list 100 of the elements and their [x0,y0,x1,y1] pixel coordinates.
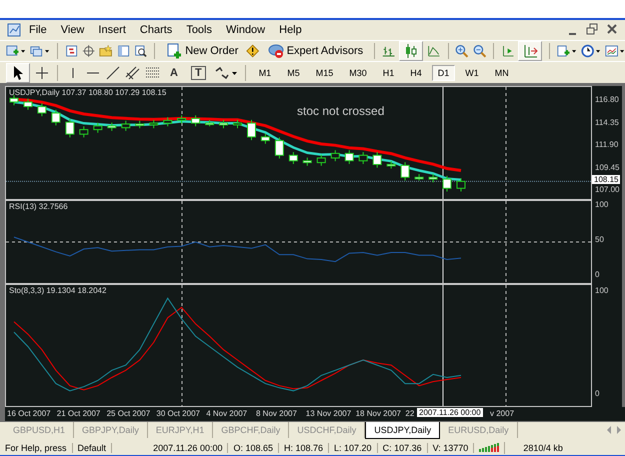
candlestick [121,120,130,132]
candlestick [177,114,186,124]
panel-icon[interactable] [116,43,130,59]
timeframe-button[interactable]: H4 [404,64,428,80]
timeframe-button[interactable]: H1 [376,64,400,80]
clock-icon[interactable] [580,43,601,59]
candlestick [51,109,60,126]
date-label: 25 Oct 2007 [106,409,150,418]
menu-item[interactable]: Tools [179,24,219,36]
connection-bars-icon [479,442,500,452]
indicator-label: RSI(13) 32.7566 [9,202,68,211]
axis-label: 114.35 [595,118,619,126]
crosshair-icon[interactable] [82,43,96,59]
folder-star-icon[interactable] [99,43,113,59]
trend-line-icon[interactable] [105,64,121,80]
timeframe-button[interactable]: M1 [252,64,278,80]
candlestick [93,122,102,134]
candlestick [24,98,32,110]
date-label: 8 Nov 2007 [256,409,297,418]
candlestick [414,174,424,181]
candlestick [386,160,396,170]
menu-item[interactable]: File [22,24,54,36]
status-text: Default [72,442,112,452]
status-text: H: 108.76 [279,442,330,452]
timeframe-button[interactable]: M30 [343,64,373,80]
zoom-in-icon[interactable] [455,43,469,59]
date-label: 16 Oct 2007 [7,409,51,418]
menu-item[interactable]: Window [219,24,272,36]
candlestick [358,152,368,164]
candlestick [288,152,298,164]
arrows-icon[interactable] [214,64,238,80]
chart-label: USDJPY,Daily 107.37 108.80 107.29 108.15 [9,88,166,97]
warning-icon[interactable] [246,43,260,59]
candlestick [219,119,228,129]
crosshair-icon[interactable] [34,64,50,80]
timeframe-button[interactable]: M15 [310,64,340,80]
timeframe-button[interactable]: M5 [281,64,306,80]
candlestick [456,178,466,192]
candlestick [316,154,326,166]
chart-tab[interactable]: USDJPY,Daily [365,422,440,439]
zoom-out-icon[interactable] [472,43,486,59]
candlestick [37,102,46,117]
new-order-button[interactable]: New Order [162,41,242,61]
status-text: O: 108.65 [228,442,279,452]
status-text: For Help, press [0,442,73,452]
menu-item[interactable]: Charts [132,24,180,36]
magnifier-icon[interactable] [134,43,148,59]
candlestick [149,119,158,129]
document-plus-icon[interactable] [166,43,182,59]
candlestick [428,174,438,183]
date-label: v 2007 [490,409,514,418]
text-tool[interactable]: A [165,66,183,78]
candlestick [79,126,88,138]
timeframe-button[interactable]: W1 [459,64,485,80]
status-text: L: 107.20 [329,442,378,452]
text-label-tool[interactable]: T [190,66,206,80]
chart-annotation: stoc not crossed [297,104,384,118]
menu-item[interactable]: View [54,24,92,36]
axis-label: 50 [595,235,604,244]
menu-item[interactable]: Help [272,24,309,36]
expert-advisors-button[interactable]: Expert Advisors [264,41,368,61]
menu-item[interactable]: Insert [91,24,133,36]
date-label: 22 [405,409,414,418]
candlestick [400,162,410,181]
line-chart-icon[interactable] [427,43,441,59]
candlestick [372,152,382,168]
candlestick-icon[interactable] [403,43,420,59]
candlestick [344,150,354,164]
candlestick [191,114,200,127]
current-price-label: 108.15 [592,175,620,184]
axis-label: 0 [595,270,600,279]
date-label: 18 Nov 2007 [356,409,401,418]
axis-label: 100 [595,286,608,295]
axis-label: 116.80 [595,95,619,104]
candlestick [260,133,270,144]
axis-label: 107.00 [595,185,620,194]
axis-label: 100 [595,200,608,209]
candlestick [163,116,172,127]
axis-label: 111.90 [595,140,618,149]
timeframe-button[interactable]: MN [488,64,515,80]
candlestick [65,118,74,138]
candlestick [330,150,340,162]
candlestick [205,119,214,127]
crosshair-date-label: 2007.11.26 00:00 [417,408,483,417]
app-icon[interactable] [6,22,22,38]
channel-icon[interactable] [125,64,141,80]
date-label: 4 Nov 2007 [206,409,248,418]
candlestick [247,119,256,141]
date-label: 13 Nov 2007 [306,409,352,418]
candlestick [135,120,144,129]
status-text: C: 107.36 [378,442,428,452]
status-text: V: 13770 [428,442,474,452]
indicator-label: Sto(8,3,3) 19.1304 18.2042 [9,286,106,295]
candlestick [442,175,452,192]
candlestick [233,119,242,129]
status-text: 2810/4 kb [522,442,564,452]
timeframe-button[interactable]: D1 [432,64,456,80]
candlestick [274,136,284,159]
date-label: 21 Oct 2007 [56,409,100,418]
axis-label: 0 [595,389,600,398]
